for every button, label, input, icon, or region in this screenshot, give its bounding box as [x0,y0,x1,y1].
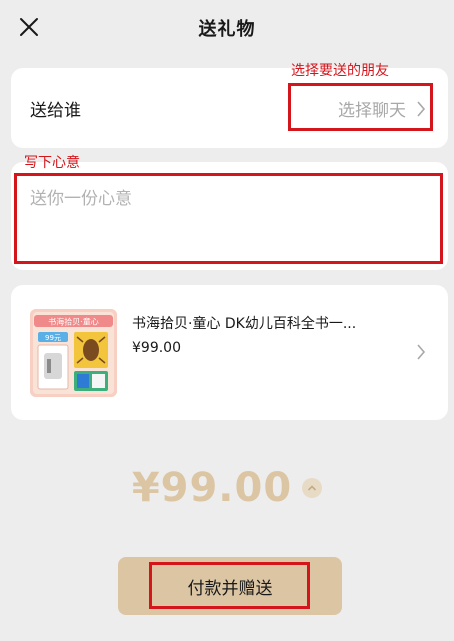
header: 送礼物 [0,0,454,56]
page-title: 送礼物 [198,19,256,40]
pay-and-gift-button[interactable]: 付款并赠送 [118,557,342,615]
recipient-card: 送给谁 选择聊天 [11,68,448,148]
send-gift-page: 送礼物 送给谁 选择聊天 书海拾贝·童心 99元 [0,0,454,641]
recipient-label: 送给谁 [30,101,81,121]
thumb-title-text: 书海拾贝·童心 [48,317,99,327]
total-amount: ¥99.00 [131,465,293,511]
product-card[interactable]: 书海拾贝·童心 99元 书海拾贝·童心 DK幼儿百科全书一... ¥99.00 [11,285,448,420]
chevron-right-icon [417,344,426,360]
product-name: 书海拾贝·童心 DK幼儿百科全书一... [132,316,357,332]
product-cover-image: 书海拾贝·童心 99元 [30,309,117,397]
message-card [11,162,448,270]
total-price: ¥99.00 [0,465,454,511]
product-thumbnail: 书海拾贝·童心 99元 [30,309,117,397]
thumb-label-text: 99元 [45,334,61,342]
gift-message-input[interactable] [21,176,439,258]
choose-chat-label: 选择聊天 [338,101,406,121]
chevron-up-icon[interactable] [302,478,323,498]
product-price: ¥99.00 [132,340,181,356]
chevron-right-icon [417,100,426,117]
choose-chat-button[interactable]: 选择聊天 [338,96,426,121]
